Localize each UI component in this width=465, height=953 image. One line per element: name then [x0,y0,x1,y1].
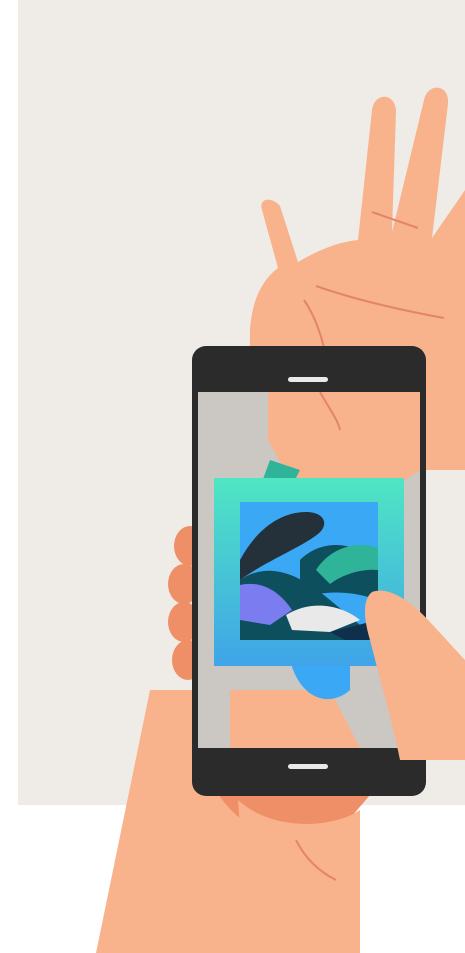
phone-home-bar [288,764,328,769]
phone-scan-illustration [18,0,465,953]
phone-speaker [288,377,328,382]
phone [192,346,465,796]
tattoo-artwork [240,502,378,640]
